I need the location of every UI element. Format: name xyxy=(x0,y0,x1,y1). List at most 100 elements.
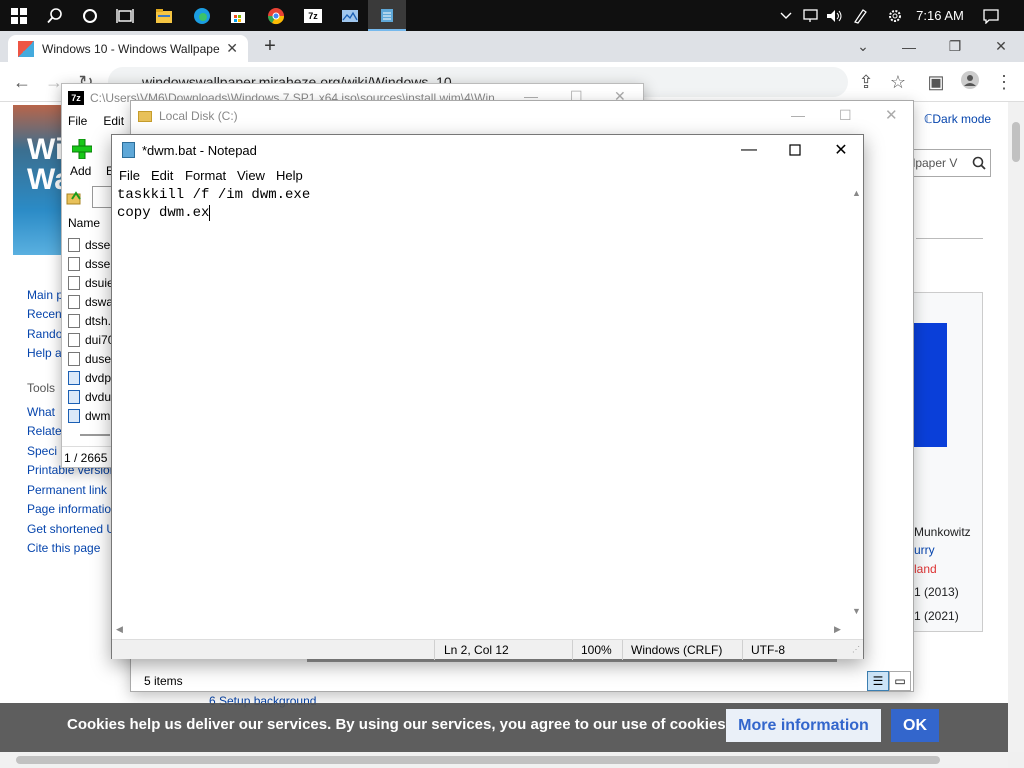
gear-icon[interactable] xyxy=(884,0,906,31)
tools-link-shortened-url[interactable]: Get shortened U xyxy=(27,522,115,536)
notepad-menu-help[interactable]: Help xyxy=(276,168,303,183)
search-icon[interactable] xyxy=(972,150,986,176)
page-horizontal-scrollbar[interactable] xyxy=(0,752,1008,768)
page-vertical-scrollbar[interactable] xyxy=(1008,102,1024,752)
volume-icon[interactable] xyxy=(824,0,846,31)
notepad-menu-view[interactable]: View xyxy=(237,168,265,183)
file-row[interactable]: dvdp xyxy=(68,368,111,387)
sevenzip-hscroll[interactable] xyxy=(80,434,110,436)
cookie-ok-button[interactable]: OK xyxy=(891,709,939,742)
notepad-menu-edit[interactable]: Edit xyxy=(151,168,173,183)
details-view-icon[interactable]: ☰ xyxy=(867,671,889,691)
tools-link-special[interactable]: Speci xyxy=(27,444,57,458)
profile-avatar-icon[interactable] xyxy=(956,70,984,94)
notepad-menu-file[interactable]: File xyxy=(119,168,140,183)
sidebar-link-recent[interactable]: Recen xyxy=(27,307,62,321)
local-disk-titlebar[interactable]: Local Disk (C:) — ☐ ✕ xyxy=(131,101,913,133)
minimize-browser-button[interactable]: — xyxy=(886,31,932,62)
start-icon[interactable] xyxy=(0,0,38,31)
file-row[interactable]: dswa xyxy=(68,292,113,311)
tools-link-permanent[interactable]: Permanent link xyxy=(27,483,107,497)
more-information-button[interactable]: More information xyxy=(726,709,881,742)
infobox-link-2[interactable]: land xyxy=(914,562,937,576)
local-disk-maximize-button[interactable]: ☐ xyxy=(839,107,852,124)
add-button-label[interactable]: Add xyxy=(70,164,91,178)
file-row[interactable]: dsser xyxy=(68,254,114,273)
tab-search-icon[interactable]: ⌄ xyxy=(840,31,886,62)
store-icon[interactable] xyxy=(219,0,257,31)
file-explorer-icon[interactable] xyxy=(145,0,183,31)
chrome-icon[interactable] xyxy=(257,0,295,31)
file-row[interactable]: dvdu xyxy=(68,387,111,406)
infobox-year-1: 1 (2013) xyxy=(914,585,959,599)
clock[interactable]: 7:16 AM xyxy=(916,0,964,31)
task-view-icon[interactable] xyxy=(106,0,144,31)
dark-mode-label: Dark mode xyxy=(932,112,992,126)
notepad-menubar: File Edit Format View Help xyxy=(112,166,863,186)
notepad-maximize-button[interactable] xyxy=(772,135,818,165)
sidebar-link-main-page[interactable]: Main p xyxy=(27,288,63,302)
scroll-left-arrow-icon[interactable]: ◀ xyxy=(116,624,123,635)
browser-menu-icon[interactable]: ⋮ xyxy=(990,70,1018,94)
notepad-close-button[interactable]: ✕ xyxy=(818,135,864,165)
notepad-titlebar[interactable]: *dwm.bat - Notepad — ✕ xyxy=(112,135,863,165)
sidebar-icon[interactable]: ▣ xyxy=(922,70,950,94)
image-viewer-icon[interactable] xyxy=(331,0,369,31)
new-tab-button[interactable]: + xyxy=(258,36,282,58)
scroll-down-arrow-icon[interactable]: ▼ xyxy=(852,606,861,616)
sidebar-link-random[interactable]: Rando xyxy=(27,327,62,341)
sevenzip-menu-edit[interactable]: Edit xyxy=(103,114,124,128)
add-plus-icon[interactable] xyxy=(71,138,93,160)
notepad-menu-format[interactable]: Format xyxy=(185,168,226,183)
share-icon[interactable]: ⇪ xyxy=(852,70,880,94)
close-tab-icon[interactable]: ✕ xyxy=(226,40,238,57)
network-icon[interactable] xyxy=(800,0,822,31)
tools-link-related[interactable]: Relate xyxy=(27,424,62,438)
notepad-minimize-button[interactable]: — xyxy=(726,135,772,165)
file-row[interactable]: dwm xyxy=(68,406,110,425)
resize-grip-icon[interactable]: ⋰ xyxy=(852,645,860,654)
notepad-window: *dwm.bat - Notepad — ✕ File Edit Format … xyxy=(111,134,864,660)
notepad-vertical-scrollbar[interactable]: ▲ ▼ xyxy=(849,186,863,622)
column-header-name[interactable]: Name xyxy=(68,216,100,230)
bookmark-star-icon[interactable]: ☆ xyxy=(884,70,912,94)
scroll-right-arrow-icon[interactable]: ▶ xyxy=(834,624,841,635)
local-disk-close-button[interactable]: ✕ xyxy=(885,106,898,124)
file-row[interactable]: dssec xyxy=(68,235,116,254)
infobox-link-1[interactable]: urry xyxy=(914,543,935,557)
close-browser-button[interactable]: ✕ xyxy=(978,31,1024,62)
chevron-up-icon[interactable] xyxy=(778,0,794,31)
search-icon[interactable] xyxy=(36,0,74,31)
large-icons-view-icon[interactable]: ▭ xyxy=(889,671,911,691)
sevenzip-menu-file[interactable]: File xyxy=(68,114,87,128)
file-row[interactable]: duser xyxy=(68,349,115,368)
pen-icon[interactable] xyxy=(850,0,872,31)
back-icon[interactable]: ← xyxy=(8,70,36,94)
notifications-icon[interactable] xyxy=(980,0,1002,31)
file-icon xyxy=(68,237,80,252)
edge-icon[interactable] xyxy=(183,0,221,31)
file-row[interactable]: dtsh. xyxy=(68,311,111,330)
sidebar-link-help[interactable]: Help a xyxy=(27,346,62,360)
dark-mode-link[interactable]: ℂDark mode xyxy=(924,112,991,126)
restore-browser-button[interactable]: ❐ xyxy=(932,31,978,62)
scroll-up-arrow-icon[interactable]: ▲ xyxy=(852,188,861,198)
cortana-icon[interactable] xyxy=(71,0,109,31)
wiki-logo[interactable]: Wi Wa xyxy=(13,105,71,255)
tools-link-cite[interactable]: Cite this page xyxy=(27,541,100,555)
file-row[interactable]: dsuie xyxy=(68,273,114,292)
tools-link-page-info[interactable]: Page information xyxy=(27,502,118,516)
notepad-horizontal-scrollbar[interactable]: ◀ ▶ xyxy=(112,622,849,638)
wiki-search-input[interactable]: llpaper V xyxy=(905,149,991,177)
notepad-icon[interactable] xyxy=(368,0,406,31)
tools-link-what-links[interactable]: What xyxy=(27,405,55,419)
local-disk-minimize-button[interactable]: — xyxy=(791,107,805,123)
infobox-image[interactable] xyxy=(913,323,947,447)
notepad-text-area[interactable]: taskkill /f /im dwm.exe copy dwm.ex xyxy=(117,186,847,622)
browser-tab[interactable]: Windows 10 - Windows Wallpaper ✕ xyxy=(8,35,248,62)
file-row[interactable]: dui70 xyxy=(68,330,114,349)
notepad-status-bar: Ln 2, Col 12 100% Windows (CRLF) UTF-8 ⋰ xyxy=(112,639,863,660)
divider xyxy=(916,238,983,239)
up-folder-icon[interactable] xyxy=(66,189,82,205)
sevenzip-icon[interactable]: 7z xyxy=(294,0,332,31)
